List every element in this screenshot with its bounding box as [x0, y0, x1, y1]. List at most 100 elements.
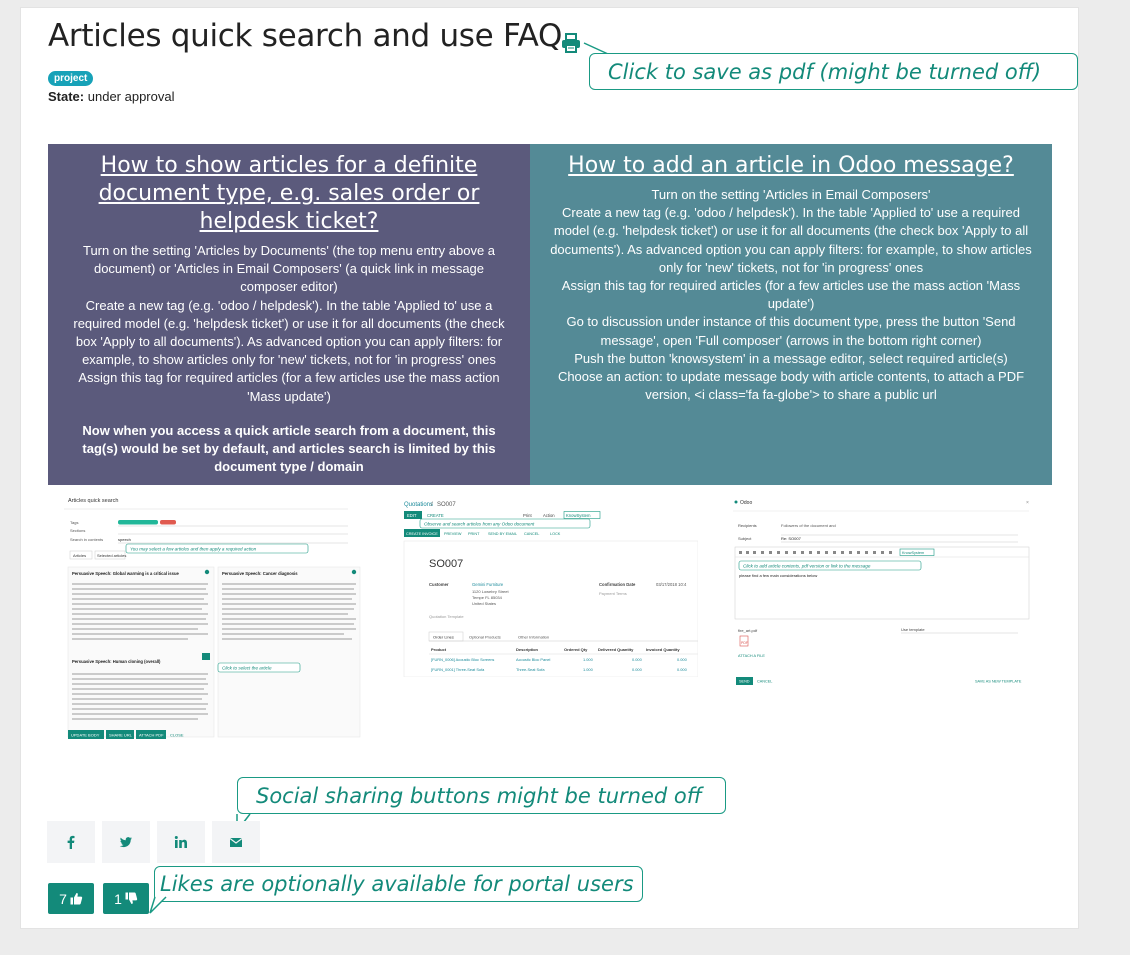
shot2-address-0: 1120 Lowebry Street — [472, 589, 510, 594]
shot2-create[interactable]: CREATE — [427, 513, 444, 518]
shot1-search-label: Search in contents — [70, 537, 103, 542]
shot3-save-template[interactable]: SAVE AS NEW TEMPLATE — [975, 680, 1022, 684]
shot2-toolbar-5[interactable]: LOCK — [550, 532, 561, 536]
shot2-col-1: Description — [516, 647, 539, 652]
like-button[interactable]: 7 — [48, 883, 94, 914]
shot3-template[interactable]: Use template — [901, 627, 925, 632]
shot3-body[interactable]: please find a few main considerations be… — [739, 573, 817, 578]
shot1-tab-selected[interactable]: Selected articles — [97, 553, 126, 558]
shot3-title: Odoo — [740, 500, 752, 506]
shot2-row1-delivered: 0.000 — [632, 667, 643, 672]
shot1-card2-title[interactable]: Persuasive Speech: Cancer diagnosis — [222, 571, 298, 576]
shot1-card3-title[interactable]: Persuasive Speech: Human cloning (overal… — [72, 659, 161, 664]
shot2-breadcrumb-id: SO007 — [437, 502, 456, 508]
panel-right-text-6: Choose an action: to update message body… — [557, 369, 1025, 403]
shot2-row0-invoiced: 0.000 — [677, 657, 688, 662]
thumbs-up-icon — [70, 893, 83, 905]
shot1-close[interactable]: CLOSE — [170, 733, 184, 738]
state-value: under approval — [87, 89, 175, 104]
shot3-hint: Click to add article contents, pdf versi… — [743, 564, 871, 569]
shot1-tags-label: Tags — [70, 520, 78, 525]
shot2-edit[interactable]: EDIT — [407, 513, 417, 518]
shot1-update-body[interactable]: UPDATE BODY — [71, 733, 100, 738]
shot2-row1-invoiced: 0.000 — [677, 667, 688, 672]
shot2-col-4: Invoiced Quantity — [646, 647, 680, 652]
shot2-so-title: SO007 — [429, 558, 463, 570]
share-facebook-button[interactable] — [47, 821, 95, 863]
screenshot-articles-search: Articles quick search Tags Sections Sear… — [48, 487, 362, 749]
dislike-button[interactable]: 1 — [103, 883, 149, 914]
shot2-tab-0[interactable]: Order Lines — [433, 635, 454, 640]
shot1-sections-label: Sections — [70, 528, 85, 533]
shot2-toolbar-1[interactable]: PREVIEW — [444, 532, 462, 536]
shot3-close-icon[interactable]: × — [1026, 500, 1029, 506]
shot2-row0-product[interactable]: [FURN_0006] Acoustic Bloc Screens — [431, 657, 494, 662]
panel-right-text-3: Assign this tag for required articles (f… — [561, 278, 1021, 312]
facebook-icon — [67, 835, 75, 849]
panel-left-heading[interactable]: How to show articles for a definite docu… — [66, 152, 512, 236]
screenshot-quotation: Quotations / SO007 EDIT CREATE Print Act… — [386, 487, 698, 677]
project-tag[interactable]: project — [48, 71, 94, 86]
shot2-tab-1[interactable]: Optional Products — [469, 635, 501, 640]
shot3-recipients-value: Followers of the document and — [781, 523, 836, 528]
shot2-confirmation-label: Confirmation Date — [599, 582, 636, 587]
print-icon[interactable] — [560, 32, 582, 54]
share-twitter-button[interactable] — [102, 821, 150, 863]
panel-left-text-4: Now when you access a quick article sear… — [82, 422, 496, 475]
panel-right-text-5: Push the button 'knowsystem' in a messag… — [574, 350, 1008, 366]
page-title: Articles quick search and use FAQ — [48, 18, 563, 54]
callout-likes-tail — [149, 896, 167, 914]
shot2-action[interactable]: Action — [543, 513, 555, 518]
shot2-quotation-template: Quotation Template — [429, 614, 464, 619]
shot2-row0-desc: Acoustic Bloc Panel — [516, 657, 551, 662]
shot3-attach-files[interactable]: ATTACH A FILE — [738, 654, 765, 658]
state-label: State: — [48, 89, 85, 104]
pdf-file-icon: PDF — [741, 641, 748, 645]
callout-social: Social sharing buttons might be turned o… — [237, 777, 726, 814]
shot2-address-1: Tempe FL 85034 — [472, 595, 503, 600]
shot3-attachment-name: fire_art.pdf — [738, 628, 758, 633]
panel-document-type: How to show articles for a definite docu… — [48, 144, 530, 485]
shot3-send[interactable]: SEND — [739, 680, 750, 684]
shot2-toolbar-0[interactable]: CREATE INVOICE — [406, 532, 438, 536]
shot1-tab-articles[interactable]: Articles — [73, 553, 86, 558]
shot1-attach-pdf[interactable]: ATTACH PDF — [139, 733, 164, 738]
share-linkedin-button[interactable] — [157, 821, 205, 863]
shot1-share-url[interactable]: SHARE URL — [109, 733, 133, 738]
shot2-print[interactable]: Print — [523, 513, 532, 518]
shot1-card1-title[interactable]: Persuasive Speech: Global warming is a c… — [72, 571, 179, 576]
shot2-customer-label: Customer — [429, 582, 449, 587]
callout-pdf: Click to save as pdf (might be turned of… — [589, 53, 1078, 90]
shot2-tab-2[interactable]: Other Information — [518, 635, 549, 640]
shot2-toolbar-4[interactable]: CANCEL — [524, 532, 539, 536]
shot2-col-2: Ordered Qty — [564, 647, 588, 652]
shot2-row1-ordered: 1.000 — [583, 667, 594, 672]
shot2-customer-value[interactable]: Gemini Furniture — [472, 582, 504, 587]
shot3-subject-value[interactable]: Re: SO007 — [781, 536, 802, 541]
shot2-address-2: United States — [472, 601, 496, 606]
panel-right-text-4: Go to discussion under instance of this … — [566, 314, 1016, 348]
shot1-hint-click: Click to select the article — [222, 666, 272, 671]
shot3-cancel[interactable]: CANCEL — [757, 680, 772, 684]
shot1-search-value[interactable]: speech — [118, 537, 131, 542]
state-line: State: under approval — [48, 89, 174, 104]
likes-count: 7 — [59, 890, 67, 907]
shot2-hint: Observe and search articles from any Odo… — [424, 522, 535, 527]
shot2-row0-delivered: 0.000 — [632, 657, 643, 662]
shot2-knowsystem[interactable]: KnowSystem — [566, 513, 591, 518]
shot2-toolbar-2[interactable]: PRINT — [468, 532, 480, 536]
panel-left-text-3: Assign this tag for required articles (f… — [78, 370, 500, 404]
screenshot-composer: Odoo × Recipients Followers of the docum… — [723, 487, 1033, 692]
panel-right-text-2: Create a new tag (e.g. 'odoo / helpdesk'… — [550, 205, 1032, 275]
panel-left-text-2: Create a new tag (e.g. 'odoo / helpdesk'… — [73, 297, 505, 368]
envelope-icon — [229, 838, 243, 847]
shot2-breadcrumb-root[interactable]: Quotations — [404, 502, 433, 508]
shot2-row1-desc: Three-Seat Sofa — [516, 667, 545, 672]
thumbs-down-icon — [125, 892, 138, 904]
share-email-button[interactable] — [212, 821, 260, 863]
shot3-knowsystem[interactable]: KnowSystem — [902, 551, 924, 555]
shot2-toolbar-3[interactable]: SEND BY EMAIL — [488, 532, 517, 536]
shot2-row1-product[interactable]: [FURN_0001] Three-Seat Sofa — [431, 667, 485, 672]
panel-right-heading[interactable]: How to add an article in Odoo message? — [548, 152, 1034, 180]
shot2-payment-terms: Payment Terms — [599, 591, 627, 596]
